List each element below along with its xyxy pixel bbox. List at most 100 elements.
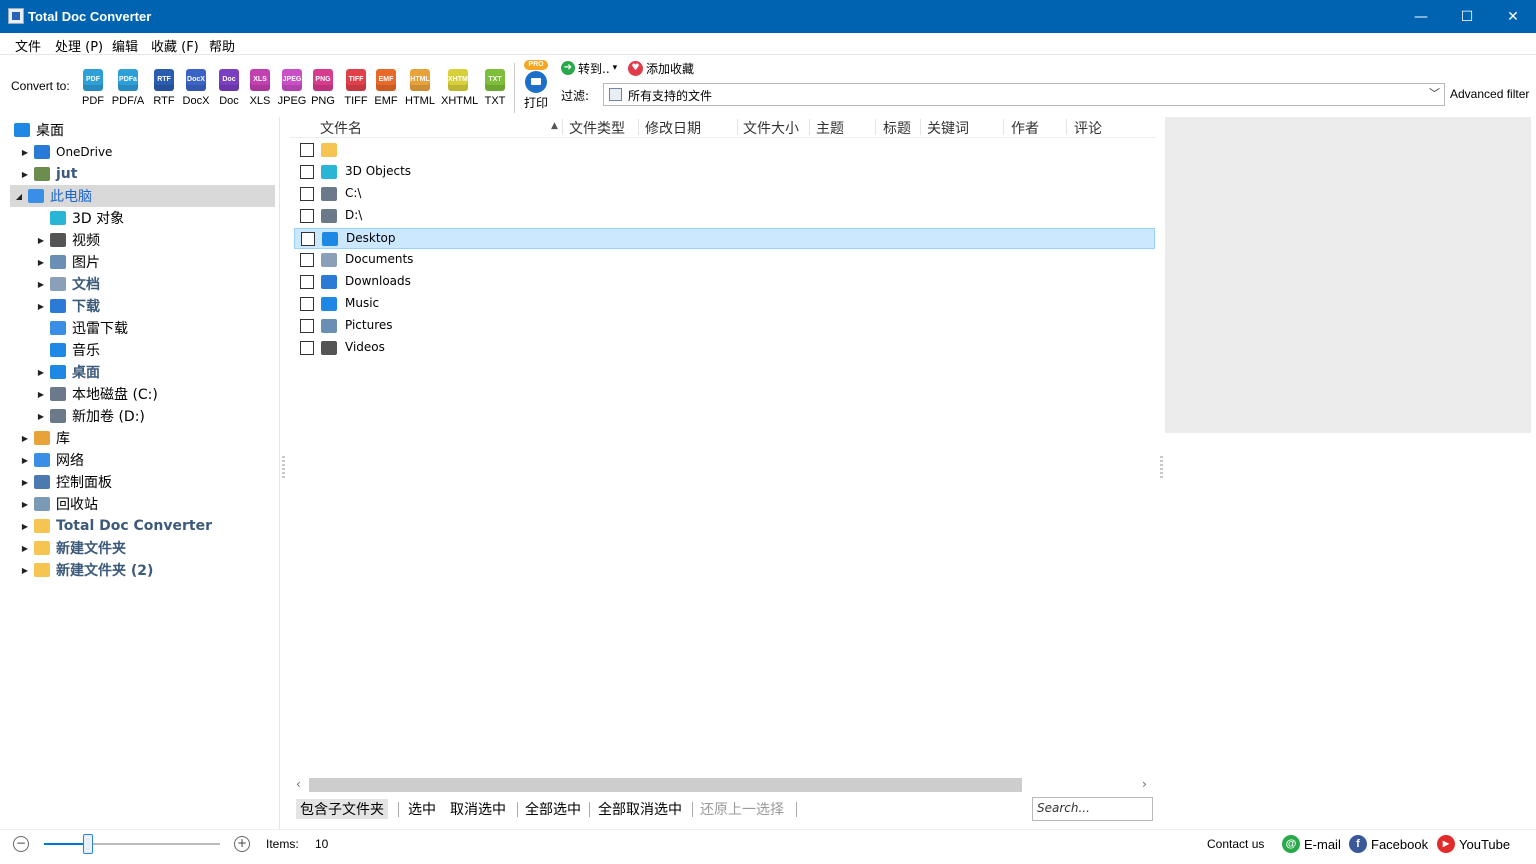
expand-toggle-icon[interactable]: ▶ (36, 368, 46, 377)
tree-item[interactable]: ▶ 新加卷 (D:) (36, 405, 145, 427)
column-subject[interactable]: 主题 (816, 118, 844, 138)
deselect-button[interactable]: 取消选中 (450, 799, 506, 819)
row-checkbox[interactable] (300, 165, 314, 179)
expand-toggle-icon[interactable]: ▶ (20, 456, 30, 465)
expand-toggle-icon[interactable]: ▶ (20, 170, 30, 179)
zoom-out-icon[interactable]: − (13, 836, 29, 852)
column-divider[interactable] (737, 119, 738, 135)
horizontal-scrollbar[interactable]: ‹ › (290, 777, 1156, 794)
expand-toggle-icon[interactable]: ▶ (20, 522, 30, 531)
tree-item[interactable]: ▶ 新建文件夹 (2) (20, 559, 153, 581)
convert-txt-button[interactable]: TXT TXT (478, 69, 512, 113)
minimize-button[interactable]: — (1398, 0, 1444, 33)
expand-toggle-icon[interactable]: ▶ (36, 258, 46, 267)
menu-favorites[interactable]: 收藏 (F) (151, 36, 199, 55)
convert-rtf-button[interactable]: RTF RTF (147, 69, 181, 113)
row-checkbox[interactable] (301, 232, 315, 246)
table-row[interactable]: Downloads (294, 272, 1155, 293)
expand-toggle-icon[interactable]: ▶ (36, 412, 46, 421)
table-row[interactable] (294, 140, 1155, 161)
column-title[interactable]: 标题 (883, 118, 911, 138)
table-row[interactable]: 3D Objects (294, 162, 1155, 183)
advanced-filter-button[interactable]: Advanced filter (1450, 87, 1529, 101)
maximize-button[interactable]: ☐ (1444, 0, 1490, 33)
tree-item[interactable]: ▶ 文档 (36, 273, 100, 295)
table-row[interactable]: Music (294, 294, 1155, 315)
menu-process[interactable]: 处理 (P) (55, 36, 103, 55)
tree-item[interactable]: 桌面 (14, 119, 64, 141)
column-divider[interactable] (638, 119, 639, 135)
add-favorite-button[interactable]: ♥ 添加收藏 (628, 60, 694, 76)
scroll-right-icon[interactable]: › (1142, 777, 1147, 791)
tree-item[interactable]: ◢ 此电脑 (10, 185, 275, 207)
column-filename[interactable]: 文件名 (320, 118, 362, 138)
restore-selection-button[interactable]: 还原上一选择 (700, 799, 784, 819)
convert-pdf-a-button[interactable]: PDFa PDF/A (111, 69, 145, 113)
facebook-link[interactable]: f Facebook (1349, 834, 1428, 854)
table-row[interactable]: D:\ (294, 206, 1155, 227)
scroll-left-icon[interactable]: ‹ (296, 777, 301, 791)
table-row[interactable]: Pictures (294, 316, 1155, 337)
right-splitter[interactable] (1160, 456, 1163, 480)
column-size[interactable]: 文件大小 (743, 118, 799, 138)
column-divider[interactable] (809, 119, 810, 135)
column-author[interactable]: 作者 (1011, 118, 1039, 138)
convert-docx-button[interactable]: DocX DocX (179, 69, 213, 113)
column-filetype[interactable]: 文件类型 (569, 118, 625, 138)
table-row[interactable]: Videos (294, 338, 1155, 359)
expand-toggle-icon[interactable]: ▶ (20, 566, 30, 575)
column-divider[interactable] (1003, 119, 1004, 135)
tree-item[interactable]: ▶ OneDrive (20, 141, 112, 163)
convert-emf-button[interactable]: EMF EMF (369, 69, 403, 113)
tree-item[interactable]: ▶ 库 (20, 427, 70, 449)
left-splitter[interactable] (282, 456, 285, 480)
column-keywords[interactable]: 关键词 (927, 118, 969, 138)
column-divider[interactable] (920, 119, 921, 135)
zoom-in-icon[interactable]: + (234, 836, 250, 852)
include-subfolders-toggle[interactable]: 包含子文件夹 (296, 799, 388, 819)
zoom-slider[interactable] (44, 843, 220, 845)
convert-xhtml-button[interactable]: XHTML XHTML (441, 69, 478, 113)
row-checkbox[interactable] (300, 319, 314, 333)
convert-tiff-button[interactable]: TIFF TIFF (339, 69, 373, 113)
search-input[interactable]: Search... (1032, 797, 1153, 821)
tree-item[interactable]: ▶ jut (20, 163, 78, 185)
tree-item[interactable]: ▶ 桌面 (36, 361, 100, 383)
row-checkbox[interactable] (300, 143, 314, 157)
table-row[interactable]: C:\ (294, 184, 1155, 205)
tree-item[interactable]: ▶ 下载 (36, 295, 100, 317)
expand-toggle-icon[interactable]: ▶ (20, 544, 30, 553)
convert-jpeg-button[interactable]: JPEG JPEG (275, 69, 309, 113)
tree-item[interactable]: 迅雷下载 (36, 317, 128, 339)
close-button[interactable]: ✕ (1490, 0, 1536, 33)
youtube-link[interactable]: ▶ YouTube (1437, 834, 1510, 854)
zoom-slider-thumb[interactable] (83, 834, 93, 854)
print-button[interactable]: PRO 打印 (518, 59, 554, 113)
expand-toggle-icon[interactable]: ◢ (14, 192, 24, 201)
tree-item[interactable]: ▶ 回收站 (20, 493, 98, 515)
tree-item[interactable]: ▶ 本地磁盘 (C:) (36, 383, 158, 405)
table-row[interactable]: Desktop (294, 228, 1155, 249)
column-modified[interactable]: 修改日期 (645, 118, 701, 138)
column-divider[interactable] (562, 119, 563, 135)
column-comments[interactable]: 评论 (1074, 118, 1102, 138)
menu-edit[interactable]: 编辑 (112, 36, 138, 55)
row-checkbox[interactable] (300, 253, 314, 267)
convert-xls-button[interactable]: XLS XLS (243, 69, 277, 113)
expand-toggle-icon[interactable]: ▶ (36, 236, 46, 245)
menu-file[interactable]: 文件 (15, 36, 41, 55)
row-checkbox[interactable] (300, 341, 314, 355)
filter-select[interactable]: 所有支持的文件 ﹀ (603, 83, 1445, 106)
email-link[interactable]: @ E-mail (1282, 834, 1341, 854)
deselect-all-button[interactable]: 全部取消选中 (598, 799, 682, 819)
column-divider[interactable] (875, 119, 876, 135)
tree-item[interactable]: 3D 对象 (36, 207, 124, 229)
expand-toggle-icon[interactable]: ▶ (20, 500, 30, 509)
table-row[interactable]: Documents (294, 250, 1155, 271)
convert-doc-button[interactable]: Doc Doc (212, 69, 246, 113)
row-checkbox[interactable] (300, 275, 314, 289)
menu-help[interactable]: 帮助 (209, 36, 235, 55)
row-checkbox[interactable] (300, 209, 314, 223)
goto-button[interactable]: ➜ 转到.. ▾ (561, 60, 617, 76)
convert-png-button[interactable]: PNG PNG (306, 69, 340, 113)
